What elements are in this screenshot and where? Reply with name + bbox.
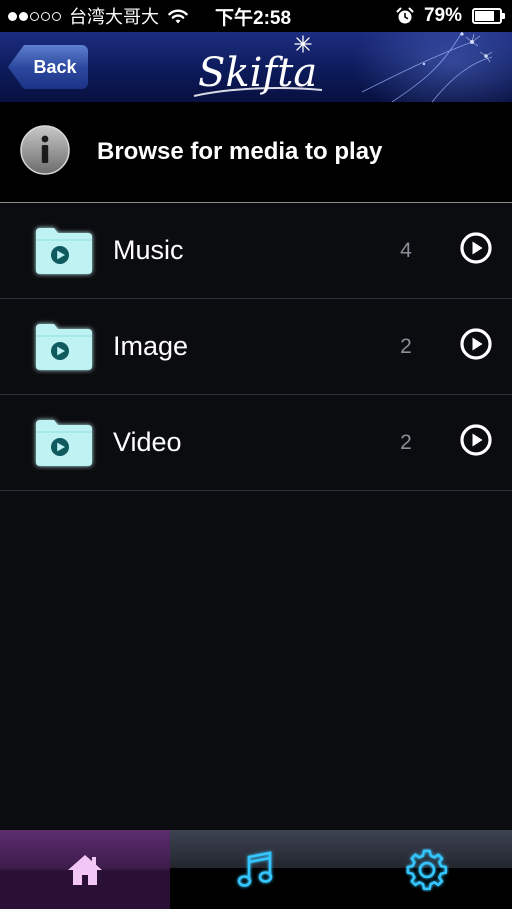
signal-dot <box>30 11 39 21</box>
status-time: 下午2:58 <box>215 7 292 29</box>
carrier-name: 台湾大哥大 <box>69 7 159 27</box>
play-circle-icon[interactable] <box>459 327 493 361</box>
skifta-logo: Skifta <box>193 35 323 97</box>
folder-play-icon <box>36 324 92 370</box>
play-circle-icon[interactable] <box>459 423 493 457</box>
signal-dot <box>19 11 28 21</box>
status-right: 79% <box>396 0 505 32</box>
signal-dot <box>52 11 61 21</box>
folder-play-icon <box>36 228 92 274</box>
list-item-video[interactable]: Video 2 <box>0 395 512 491</box>
signal-strength-icon <box>8 11 61 21</box>
gear-icon <box>406 849 447 890</box>
app-header: Back Skifta <box>0 32 512 102</box>
back-button[interactable]: Back <box>8 45 88 89</box>
list-item-count: 2 <box>400 430 412 454</box>
alarm-icon <box>396 7 414 24</box>
status-bar: 台湾大哥大 下午2:58 79% <box>0 0 512 32</box>
folder-play-icon <box>36 420 92 466</box>
media-category-list: Music 4 Image 2 Video 2 <box>0 203 512 491</box>
battery-fill <box>475 11 494 21</box>
tab-home[interactable] <box>0 830 170 909</box>
home-icon <box>68 854 102 885</box>
page-title: Browse for media to play <box>97 138 383 165</box>
tab-music[interactable] <box>170 830 341 909</box>
back-button-label: Back <box>33 56 77 77</box>
wifi-icon <box>168 9 188 24</box>
list-item-count: 4 <box>400 238 412 262</box>
info-icon <box>20 125 70 175</box>
list-item-count: 2 <box>400 334 412 358</box>
list-item-label: Music <box>113 235 184 265</box>
battery-icon <box>472 8 505 24</box>
tab-bar <box>0 830 512 909</box>
tab-settings[interactable] <box>341 830 512 909</box>
signal-dot <box>8 11 17 21</box>
list-item-image[interactable]: Image 2 <box>0 299 512 395</box>
info-banner: Browse for media to play <box>0 102 512 203</box>
battery-percent: 79% <box>423 5 462 26</box>
list-item-label: Image <box>113 331 189 361</box>
play-circle-icon[interactable] <box>459 231 493 265</box>
app-screen: 台湾大哥大 下午2:58 79% Back Skifta Browse for … <box>0 0 512 909</box>
status-left: 台湾大哥大 <box>8 0 189 32</box>
list-item-label: Video <box>113 427 182 457</box>
signal-dot <box>41 11 50 21</box>
music-note-icon <box>237 850 272 887</box>
list-item-music[interactable]: Music 4 <box>0 203 512 299</box>
dandelion-decoration <box>362 32 492 102</box>
